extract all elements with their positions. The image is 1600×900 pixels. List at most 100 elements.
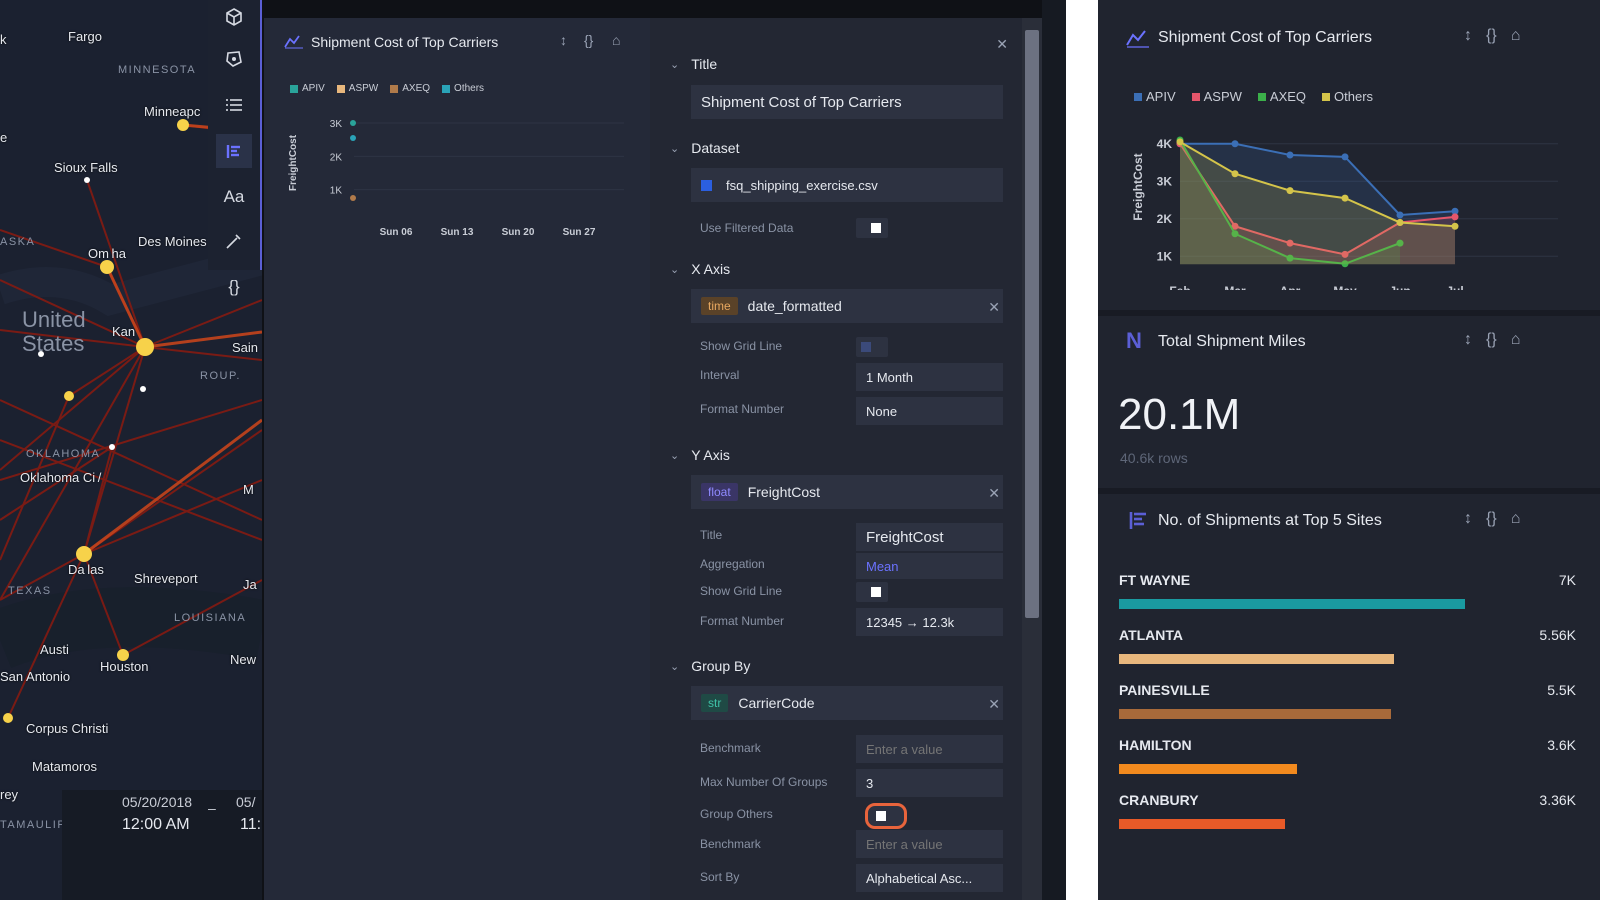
data-point bbox=[1451, 222, 1459, 230]
title-input[interactable]: Shipment Cost of Top Carriers bbox=[691, 85, 1003, 119]
y-title-label: Title bbox=[700, 528, 723, 542]
region-label: TEXAS bbox=[8, 585, 52, 597]
trash-icon[interactable]: ⌂ bbox=[612, 32, 620, 48]
x-grid-toggle[interactable] bbox=[856, 337, 888, 357]
start-time[interactable]: 12:00 AM bbox=[122, 816, 190, 834]
code-icon[interactable]: {} bbox=[1486, 510, 1497, 528]
y-tick-label: 1K bbox=[330, 186, 343, 197]
text-icon[interactable]: Aa bbox=[216, 180, 252, 214]
kpi-title: Total Shipment Miles bbox=[1158, 333, 1306, 350]
section-y-axis[interactable]: ⌄ Y Axis bbox=[670, 447, 730, 463]
region-label: LOUISIANA bbox=[174, 612, 247, 624]
trash-icon[interactable]: ⌂ bbox=[1511, 27, 1521, 45]
city-label: San Antonio bbox=[0, 669, 71, 684]
chevron-down-icon: ⌄ bbox=[670, 263, 680, 276]
x-tick-label: May bbox=[1333, 284, 1357, 290]
chart-legend: APIV ASPW AXEQ Others bbox=[1134, 89, 1373, 104]
bar[interactable] bbox=[1119, 709, 1391, 719]
section-label: Y Axis bbox=[691, 447, 730, 463]
y-tick-label: 2K bbox=[1157, 212, 1173, 226]
settings-sliders-icon[interactable]: ↕ bbox=[1464, 510, 1472, 528]
interval-select[interactable]: 1 Month bbox=[856, 363, 1003, 391]
city-label: Shreveport bbox=[134, 571, 198, 586]
bar-chart-icon[interactable] bbox=[216, 134, 252, 168]
close-icon[interactable]: ✕ bbox=[996, 36, 1008, 53]
bar-value: 3.6K bbox=[1547, 737, 1576, 753]
trash-icon[interactable]: ⌂ bbox=[1511, 331, 1521, 349]
section-group-by[interactable]: ⌄ Group By bbox=[670, 658, 750, 674]
y-tick-label: 4K bbox=[1157, 137, 1173, 151]
side-toolbar: Aa {} bbox=[208, 0, 262, 296]
list-icon[interactable] bbox=[216, 88, 252, 122]
kpi-value: 20.1M bbox=[1118, 390, 1241, 439]
divider bbox=[1066, 0, 1098, 900]
dashboard-column: Shipment Cost of Top Carriers ↕ {} ⌂ API… bbox=[1098, 0, 1600, 900]
y-field-select[interactable]: float FreightCost bbox=[691, 475, 1003, 509]
y-tick-label: 2K bbox=[330, 152, 343, 163]
city-label: rey bbox=[0, 787, 19, 802]
dataset-select[interactable]: fsq_shipping_exercise.csv bbox=[691, 168, 1003, 202]
bar-label: HAMILTON bbox=[1119, 737, 1192, 753]
config-scrollbar[interactable] bbox=[1022, 18, 1042, 900]
y-grid-toggle[interactable] bbox=[856, 582, 888, 602]
data-point bbox=[1396, 211, 1404, 219]
city-label: New bbox=[230, 652, 257, 667]
section-dataset[interactable]: ⌄ Dataset bbox=[670, 140, 739, 156]
group-field-select[interactable]: str CarrierCode bbox=[691, 686, 1003, 720]
code-braces-icon[interactable]: {} bbox=[216, 270, 252, 304]
y-grid-label: Show Grid Line bbox=[700, 584, 783, 598]
legend-item[interactable]: APIV bbox=[1134, 89, 1176, 104]
use-filtered-toggle[interactable] bbox=[856, 218, 888, 238]
city-label: Houston bbox=[100, 659, 149, 674]
settings-sliders-icon[interactable]: ↕ bbox=[1464, 331, 1472, 349]
type-badge: str bbox=[701, 694, 729, 712]
legend-item[interactable]: AXEQ bbox=[390, 83, 430, 94]
x-field-select[interactable]: time date_formatted bbox=[691, 289, 1003, 323]
section-title[interactable]: ⌄ Title bbox=[670, 56, 717, 72]
sort-by-label: Sort By bbox=[700, 870, 740, 884]
bar-value: 7K bbox=[1558, 572, 1576, 588]
benchmark-input[interactable] bbox=[856, 735, 1003, 763]
region-label: ASKA bbox=[0, 236, 36, 248]
legend-item[interactable]: Others bbox=[1322, 89, 1373, 104]
bar[interactable] bbox=[1119, 599, 1465, 609]
bar[interactable] bbox=[1119, 819, 1285, 829]
group-others-label: Group Others bbox=[700, 807, 773, 821]
end-date[interactable]: 05/ bbox=[236, 794, 255, 810]
legend-item[interactable]: AXEQ bbox=[1257, 89, 1306, 104]
time-range-control[interactable]: 05/20/2018 12:00 AM – 05/ 11: bbox=[62, 790, 262, 900]
bar[interactable] bbox=[1119, 654, 1394, 664]
legend-item[interactable]: ASPW bbox=[336, 83, 378, 94]
settings-sliders-icon[interactable]: ↕ bbox=[1464, 27, 1472, 45]
start-date[interactable]: 05/20/2018 bbox=[122, 794, 192, 810]
brush-icon[interactable] bbox=[216, 224, 252, 258]
benchmark2-input[interactable] bbox=[856, 830, 1003, 858]
legend-swatch bbox=[390, 84, 399, 93]
y-format-select[interactable]: 12345 → 12.3k bbox=[856, 608, 1003, 636]
legend-item[interactable]: ASPW bbox=[1191, 89, 1242, 104]
section-x-axis[interactable]: ⌄ X Axis bbox=[670, 261, 730, 277]
scrollbar-thumb[interactable] bbox=[1025, 30, 1039, 618]
code-icon[interactable]: {} bbox=[1486, 27, 1497, 45]
sort-by-select[interactable]: Alphabetical Asc... bbox=[856, 864, 1003, 892]
code-icon[interactable]: {} bbox=[1486, 331, 1497, 349]
legend-item[interactable]: APIV bbox=[290, 83, 325, 94]
legend-item[interactable]: Others bbox=[442, 83, 484, 94]
data-point bbox=[350, 135, 356, 141]
bar[interactable] bbox=[1119, 764, 1297, 774]
remove-y-field-icon[interactable]: ✕ bbox=[988, 485, 1000, 502]
max-groups-input[interactable]: 3 bbox=[856, 769, 1003, 797]
y-title-input[interactable]: FreightCost bbox=[856, 523, 1003, 551]
trash-icon[interactable]: ⌂ bbox=[1511, 510, 1521, 528]
code-icon[interactable]: {} bbox=[584, 32, 593, 48]
remove-group-field-icon[interactable]: ✕ bbox=[988, 696, 1000, 713]
cube-icon[interactable] bbox=[216, 0, 252, 34]
x-format-select[interactable]: None bbox=[856, 397, 1003, 425]
group-others-toggle[interactable] bbox=[865, 803, 907, 829]
aggregation-select[interactable]: Mean bbox=[856, 553, 1003, 579]
settings-sliders-icon[interactable]: ↕ bbox=[560, 32, 567, 48]
end-time[interactable]: 11: bbox=[240, 816, 261, 834]
remove-x-field-icon[interactable]: ✕ bbox=[988, 299, 1000, 316]
layers-polygon-icon[interactable] bbox=[216, 42, 252, 76]
bar-label: FT WAYNE bbox=[1119, 572, 1191, 588]
